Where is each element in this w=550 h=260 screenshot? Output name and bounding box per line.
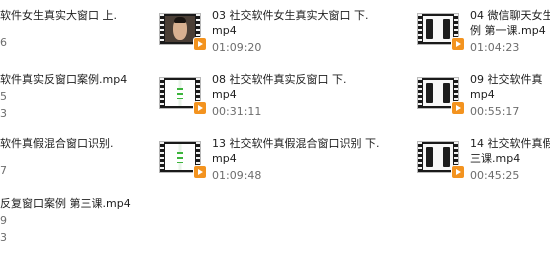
video-frame-phones xyxy=(423,144,453,170)
video-frame-person xyxy=(165,16,195,42)
file-name: 04 微信聊天女生 xyxy=(470,9,550,22)
video-file-item[interactable]: 04 微信聊天女生 例 第一课.mp4 01:04:23 xyxy=(418,9,550,72)
file-name-continued: mp4 xyxy=(470,88,495,101)
film-strip-icon xyxy=(160,14,164,44)
play-icon xyxy=(193,37,207,51)
film-strip-icon xyxy=(418,78,422,108)
file-name: 09 社交软件真 xyxy=(470,73,543,86)
video-frame-chat xyxy=(165,80,195,106)
file-duration: 01:04:23 xyxy=(470,41,520,54)
video-file-item[interactable]: 13 社交软件真假混合窗口识别 下. mp4 01:09:48 xyxy=(160,137,410,200)
video-frame-chat xyxy=(165,144,195,170)
file-name-continued: mp4 xyxy=(212,152,237,165)
video-frame-phones xyxy=(423,80,453,106)
file-name-continued: 例 第一课.mp4 xyxy=(470,24,546,37)
play-icon xyxy=(193,165,207,179)
film-strip-icon xyxy=(418,142,422,172)
file-duration: 9 xyxy=(0,214,7,227)
file-duration: 00:31:11 xyxy=(212,105,262,118)
file-duration: 01:09:48 xyxy=(212,169,262,182)
video-file-item[interactable]: 反复窗口案例 第三课.mp4 9 3 xyxy=(0,196,200,254)
film-strip-icon xyxy=(418,14,422,44)
file-duration: 00:55:17 xyxy=(470,105,520,118)
film-strip-icon xyxy=(160,78,164,108)
file-name-continued: mp4 xyxy=(212,88,237,101)
video-file-item[interactable]: 08 社交软件真实反窗口 下. mp4 00:31:11 xyxy=(160,73,410,136)
file-duration: 00:45:25 xyxy=(470,169,520,182)
file-name: 13 社交软件真假混合窗口识别 下. xyxy=(212,137,380,150)
play-icon xyxy=(451,101,465,115)
file-duration-extra: 3 xyxy=(0,231,7,244)
video-file-item[interactable]: 03 社交软件女生真实大窗口 下. mp4 01:09:20 xyxy=(160,9,410,72)
video-file-item[interactable]: 14 社交软件真假 三课.mp4 00:45:25 xyxy=(418,137,550,200)
play-icon xyxy=(451,165,465,179)
file-name: 14 社交软件真假 xyxy=(470,137,550,150)
file-name-continued: 三课.mp4 xyxy=(470,152,521,165)
play-icon xyxy=(193,101,207,115)
video-frame-phones xyxy=(423,16,453,42)
file-name: 08 社交软件真实反窗口 下. xyxy=(212,73,347,86)
film-strip-icon xyxy=(160,142,164,172)
video-file-item[interactable]: 09 社交软件真 mp4 00:55:17 xyxy=(418,73,550,136)
play-icon xyxy=(451,37,465,51)
file-name-continued: mp4 xyxy=(212,24,237,37)
file-name: 03 社交软件女生真实大窗口 下. xyxy=(212,9,369,22)
file-duration: 01:09:20 xyxy=(212,41,262,54)
